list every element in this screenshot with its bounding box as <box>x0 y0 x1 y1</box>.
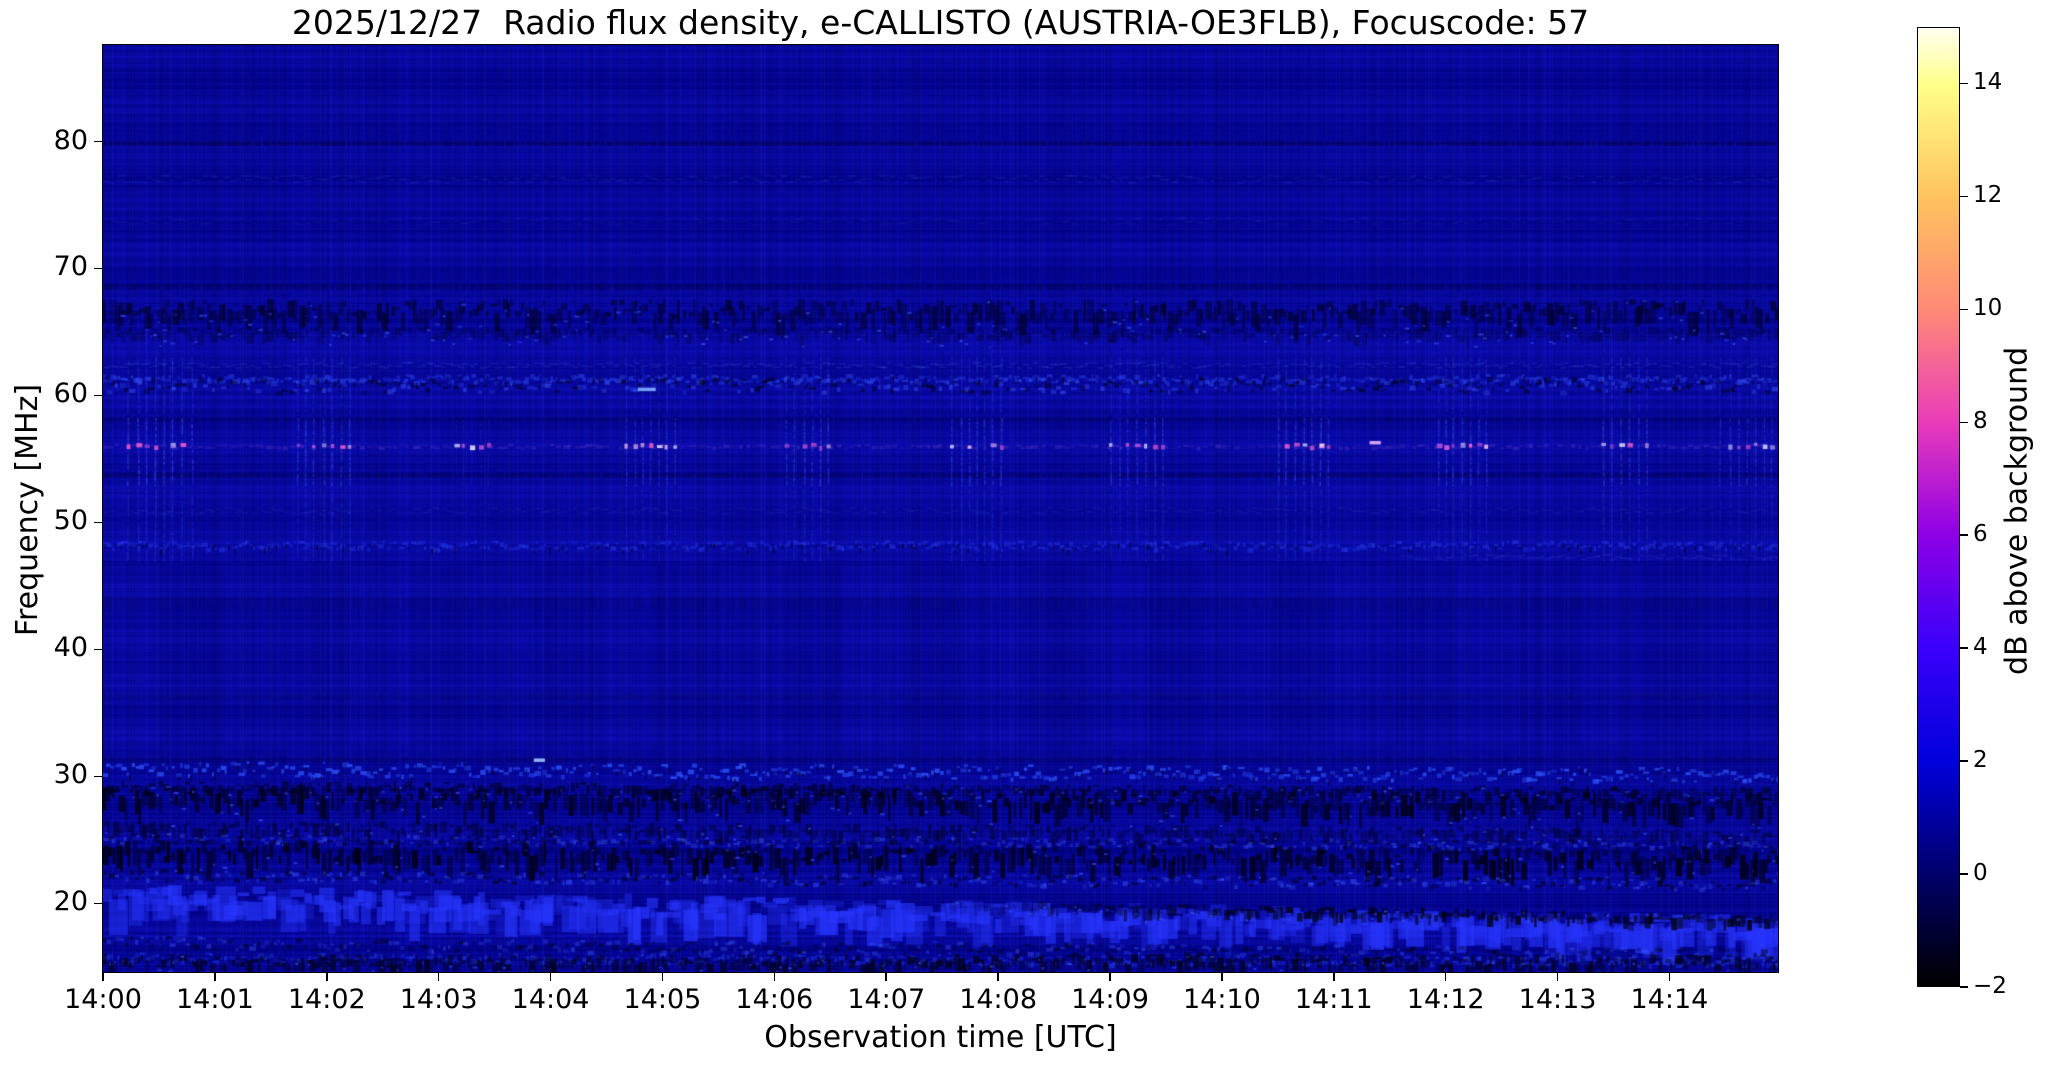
y-tick-label: 70 <box>53 251 88 283</box>
y-tick <box>94 140 103 143</box>
x-tick <box>997 972 999 981</box>
x-tick <box>773 972 776 981</box>
x-tick-label: 14:09 <box>1071 984 1149 1015</box>
chart-title: 2025/12/27 Radio flux density, e-CALLIST… <box>291 3 1590 42</box>
colorbar-tick <box>1960 308 1968 311</box>
x-tick <box>885 972 887 981</box>
x-tick-label: 14:08 <box>959 984 1038 1015</box>
y-tick <box>94 902 103 905</box>
y-tick <box>94 394 103 397</box>
x-tick-label: 14:00 <box>64 984 142 1015</box>
spectrogram-figure: 2025/12/27 Radio flux density, e-CALLIST… <box>0 0 2047 1067</box>
x-tick <box>661 972 664 981</box>
colorbar <box>1917 27 1960 987</box>
x-tick-label: 14:05 <box>623 984 702 1015</box>
x-tick-label: 14:03 <box>399 984 478 1015</box>
y-tick-label: 40 <box>53 632 88 664</box>
plot-area <box>102 44 1779 973</box>
x-tick <box>326 972 328 981</box>
colorbar-tick <box>1960 534 1968 536</box>
y-tick-label: 80 <box>53 124 88 156</box>
x-tick <box>102 972 104 981</box>
y-tick-label: 60 <box>53 378 88 410</box>
x-tick <box>1221 972 1223 981</box>
colorbar-tick <box>1960 195 1968 198</box>
colorbar-tick <box>1960 647 1968 649</box>
colorbar-tick <box>1960 760 1968 762</box>
y-tick <box>94 648 103 651</box>
x-tick-label: 14:10 <box>1182 984 1261 1015</box>
y-tick-label: 50 <box>53 505 88 537</box>
x-tick-label: 14:07 <box>847 984 926 1015</box>
x-tick-label: 14:13 <box>1518 984 1597 1015</box>
x-tick <box>437 972 440 981</box>
x-tick-label: 14:04 <box>511 984 590 1015</box>
x-tick-label: 14:14 <box>1630 984 1709 1015</box>
x-tick <box>1333 972 1335 981</box>
colorbar-tick <box>1960 421 1968 424</box>
x-tick-label: 14:11 <box>1294 984 1373 1015</box>
y-tick <box>94 267 103 270</box>
y-tick <box>94 521 103 524</box>
y-tick-label: 20 <box>53 886 88 918</box>
x-tick-label: 14:02 <box>287 984 366 1015</box>
colorbar-tick <box>1960 82 1968 85</box>
x-tick <box>1668 972 1671 981</box>
x-tick <box>1444 972 1447 981</box>
y-tick-label: 30 <box>53 759 88 791</box>
x-tick-label: 14:06 <box>735 984 814 1015</box>
colorbar-tick <box>1960 986 1968 988</box>
x-tick-label: 14:12 <box>1406 984 1485 1015</box>
x-tick <box>1556 972 1559 981</box>
x-tick <box>549 972 552 981</box>
y-tick <box>94 775 103 778</box>
x-tick-label: 14:01 <box>175 984 254 1015</box>
spectrogram-canvas <box>103 45 1778 972</box>
x-tick <box>1109 972 1111 981</box>
x-axis-label: Observation time [UTC] <box>764 1020 1117 1055</box>
x-tick <box>214 972 216 981</box>
colorbar-tick <box>1960 873 1968 875</box>
colorbar-label: dB above background <box>1999 346 2035 676</box>
